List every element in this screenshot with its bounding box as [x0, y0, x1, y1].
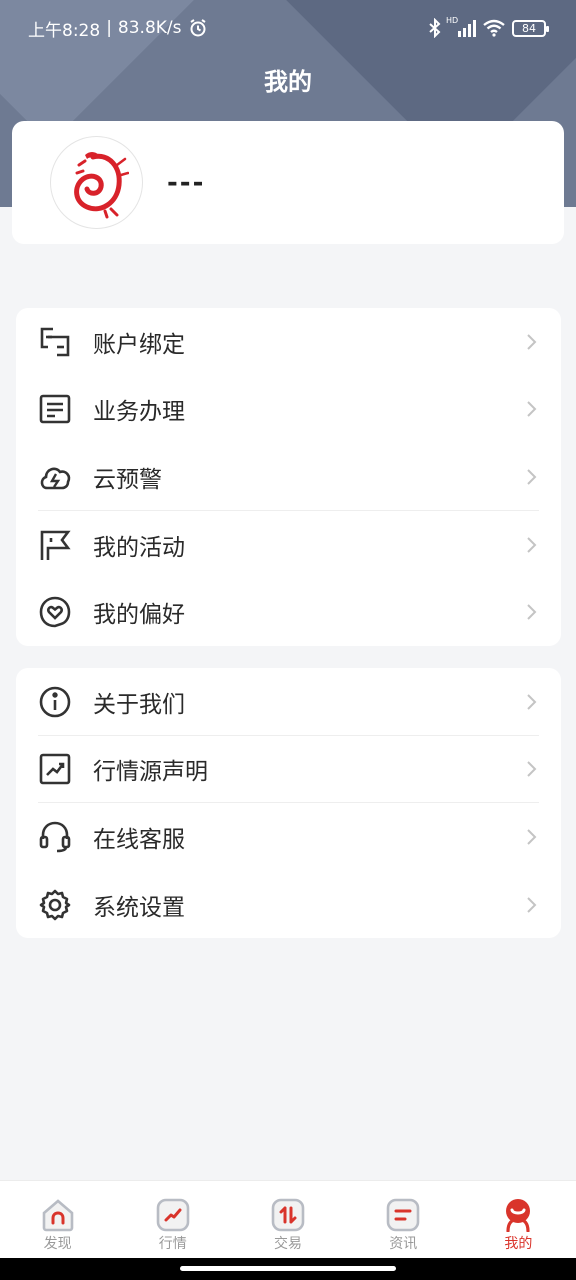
menu-group-about: 关于我们 行情源声明 在线客服 系统设置: [16, 668, 561, 939]
market-tab-icon: [156, 1198, 190, 1232]
business-form-icon: [37, 391, 73, 427]
status-time: 上午8:28: [28, 20, 101, 41]
chevron-right-icon: [527, 536, 537, 553]
trade-tab-icon: [271, 1198, 305, 1232]
chevron-right-icon: [527, 334, 537, 350]
status-bar: 上午8:28 | 83.8K/s HD 84: [0, 0, 576, 56]
dragon-logo-icon: [73, 151, 129, 218]
tab-label: 资讯: [389, 1236, 418, 1252]
menu-label: 我的偏好: [93, 602, 185, 629]
menu-label: 行情源声明: [93, 759, 208, 786]
gear-icon: [37, 887, 73, 923]
menu-item-online-support[interactable]: 在线客服: [16, 803, 561, 871]
chevron-right-icon: [527, 896, 537, 913]
avatar[interactable]: [50, 136, 143, 229]
discover-tab-icon: [42, 1199, 73, 1232]
menu-item-market-source[interactable]: 行情源声明: [16, 736, 561, 804]
bottom-tab-bar: 发现 行情 交易 资讯 我的: [0, 1180, 576, 1258]
menu-item-system-settings[interactable]: 系统设置: [16, 871, 561, 939]
market-source-icon: [37, 751, 73, 787]
battery-icon: 84: [512, 19, 549, 37]
chevron-right-icon: [527, 401, 537, 418]
activity-flag-icon: [37, 527, 73, 563]
menu-label: 我的活动: [93, 534, 185, 561]
tab-profile[interactable]: 我的: [461, 1181, 576, 1258]
signal-icon: HD: [446, 16, 476, 37]
battery-level: 84: [522, 21, 536, 35]
menu-item-my-activities[interactable]: 我的活动: [16, 511, 561, 579]
menu-label: 关于我们: [93, 691, 185, 718]
tab-discover[interactable]: 发现: [0, 1181, 115, 1258]
page-title: 我的: [264, 68, 312, 96]
cloud-alert-icon: [37, 459, 73, 495]
menu-label: 业务办理: [93, 399, 185, 426]
info-icon: [37, 684, 73, 720]
menu-item-account-binding[interactable]: 账户绑定: [16, 308, 561, 376]
tab-news[interactable]: 资讯: [346, 1181, 461, 1258]
menu-label: 账户绑定: [93, 331, 185, 358]
menu-group-account: 账户绑定 业务办理 云预警 我的活动 我的偏好: [16, 308, 561, 646]
news-tab-icon: [386, 1198, 420, 1232]
menu-item-cloud-alert[interactable]: 云预警: [16, 443, 561, 511]
tab-label: 行情: [158, 1236, 187, 1252]
home-indicator[interactable]: [180, 1266, 396, 1271]
account-link-icon: [37, 324, 73, 360]
tab-market[interactable]: 行情: [115, 1181, 230, 1258]
profile-tab-icon: [506, 1199, 531, 1232]
menu-label: 在线客服: [93, 826, 185, 853]
tab-label: 交易: [274, 1236, 302, 1252]
chevron-right-icon: [527, 604, 537, 620]
chevron-right-icon: [527, 829, 537, 845]
chevron-right-icon: [527, 694, 537, 710]
menu-item-business[interactable]: 业务办理: [16, 376, 561, 444]
menu-item-my-preferences[interactable]: 我的偏好: [16, 578, 561, 646]
chevron-right-icon: [527, 761, 537, 778]
network-type-label: HD: [446, 15, 459, 25]
menu-item-about-us[interactable]: 关于我们: [16, 668, 561, 736]
profile-card[interactable]: ---: [12, 121, 564, 244]
preference-heart-icon: [37, 594, 73, 630]
status-speed: 83.8K/s: [117, 18, 182, 38]
tab-label: 我的: [504, 1236, 533, 1252]
tab-trade[interactable]: 交易: [230, 1181, 345, 1258]
menu-label: 系统设置: [93, 894, 185, 921]
tab-label: 发现: [43, 1236, 72, 1252]
bluetooth-icon: [429, 18, 441, 38]
menu-label: 云预警: [93, 466, 162, 493]
alarm-icon: [189, 19, 206, 37]
wifi-icon: [483, 19, 505, 37]
headset-icon: [37, 819, 73, 855]
username: ---: [167, 167, 206, 198]
chevron-right-icon: [527, 469, 537, 485]
